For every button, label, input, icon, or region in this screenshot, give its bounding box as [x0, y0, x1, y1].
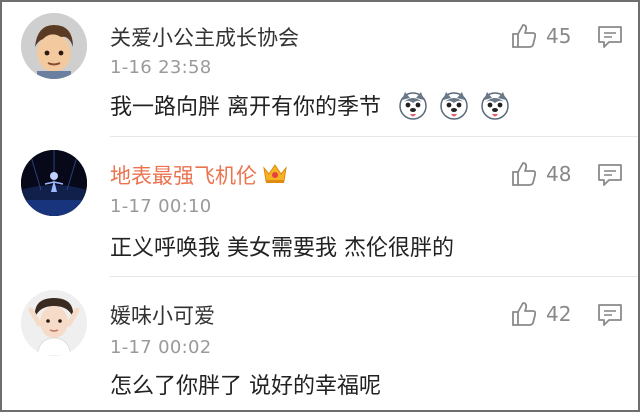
reply-comment-icon[interactable] — [597, 163, 623, 187]
avatar[interactable] — [21, 290, 87, 356]
like-count: 48 — [546, 162, 572, 186]
thumbs-up-icon — [512, 24, 537, 48]
cartoon-boy-avatar-icon — [21, 13, 87, 79]
username-text: 地表最强飞机伦 — [110, 164, 257, 188]
thumbs-up-icon — [512, 162, 537, 186]
timestamp: 1-17 00:02 — [110, 337, 212, 358]
divider — [110, 276, 640, 277]
vip-crown-icon — [263, 164, 287, 183]
timestamp: 1-17 00:10 — [110, 196, 212, 217]
husky-dog-face-icon — [399, 92, 427, 120]
timestamp: 1-16 23:58 — [110, 57, 212, 78]
username[interactable]: 媛味小可爱 — [110, 300, 215, 330]
username[interactable]: 关爱小公主成长协会 — [110, 22, 299, 52]
like-button[interactable]: 45 — [510, 22, 571, 50]
avatar[interactable] — [21, 150, 87, 216]
divider — [110, 136, 640, 137]
reply-comment-icon[interactable] — [597, 25, 623, 49]
thumbs-up-icon — [512, 302, 537, 326]
comment-text: 我一路向胖 离开有你的季节 — [110, 89, 510, 121]
like-button[interactable]: 42 — [510, 300, 571, 328]
child-photo-avatar-icon — [21, 290, 87, 356]
like-count: 45 — [546, 24, 572, 48]
comment-text-body: 我一路向胖 离开有你的季节 — [110, 95, 381, 120]
husky-emoji-group — [394, 92, 510, 120]
husky-dog-face-icon — [440, 92, 468, 120]
username[interactable]: 地表最强飞机伦 — [110, 160, 289, 190]
concert-stage-avatar-icon — [21, 150, 87, 216]
like-count: 42 — [546, 302, 572, 326]
avatar[interactable] — [21, 13, 87, 79]
like-button[interactable]: 48 — [510, 160, 571, 188]
husky-dog-face-icon — [481, 92, 509, 120]
comment-item: 关爱小公主成长协会 1-16 23:58 我一路向胖 离开有你的季节 45 — [0, 0, 640, 137]
reply-comment-icon[interactable] — [597, 303, 623, 327]
comment-text: 怎么了你胖了 说好的幸福呢 — [110, 374, 381, 399]
comment-text: 正义呼唤我 美女需要我 杰伦很胖的 — [110, 236, 454, 261]
